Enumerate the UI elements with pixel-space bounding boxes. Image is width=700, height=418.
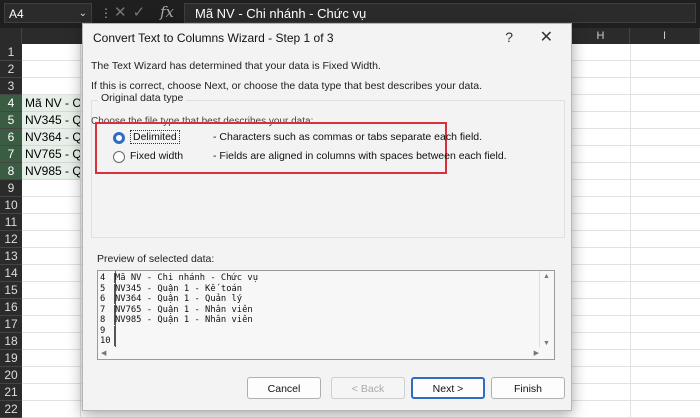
row-header[interactable]: 11 bbox=[0, 214, 22, 231]
preview-row-text: NV765 - Quận 1 - Nhân viên bbox=[115, 304, 253, 315]
row-header[interactable]: 19 bbox=[0, 350, 22, 367]
finish-button[interactable]: Finish bbox=[491, 377, 565, 399]
row-header[interactable]: 4 bbox=[0, 95, 22, 112]
cell-a[interactable]: NV765 - Qu bbox=[22, 146, 80, 163]
scroll-left-icon[interactable]: ◀ bbox=[101, 349, 106, 357]
preview-row-text: Mã NV - Chi nhánh - Chức vụ bbox=[115, 273, 258, 283]
preview-horizontal-scrollbar[interactable]: ◀ ▶ bbox=[98, 347, 542, 359]
preview-row: 4 Mã NV - Chi nhánh - Chức vụ bbox=[98, 273, 258, 283]
name-box[interactable]: A4 ⌄ bbox=[4, 3, 92, 23]
row-header[interactable]: 16 bbox=[0, 299, 22, 316]
row-header[interactable]: 15 bbox=[0, 282, 22, 299]
row-header[interactable]: 2 bbox=[0, 61, 22, 78]
row-header[interactable]: 18 bbox=[0, 333, 22, 350]
column-header-h[interactable]: H bbox=[572, 28, 630, 44]
preview-row-number: 4 bbox=[98, 273, 115, 283]
preview-row-number: 8 bbox=[98, 315, 115, 325]
dialog-title: Convert Text to Columns Wizard - Step 1 … bbox=[93, 31, 334, 45]
row-header[interactable]: 7 bbox=[0, 146, 22, 163]
preview-row-text: NV364 - Quận 1 - Quản lý bbox=[115, 294, 243, 304]
row-header[interactable]: 13 bbox=[0, 248, 22, 265]
row-header[interactable]: 8 bbox=[0, 163, 22, 180]
row-header[interactable]: 12 bbox=[0, 231, 22, 248]
close-icon[interactable]: ✕ bbox=[540, 27, 553, 47]
radio-fixed-width[interactable] bbox=[113, 151, 125, 163]
select-all-corner[interactable] bbox=[0, 28, 22, 44]
preview-row: 6 NV364 - Quận 1 - Quản lý bbox=[98, 294, 242, 304]
preview-row: 8 NV985 - Quận 1 - Nhân viên bbox=[98, 315, 253, 325]
row-header[interactable]: 14 bbox=[0, 265, 22, 282]
cell-a[interactable]: NV364 - Qu bbox=[22, 129, 80, 146]
help-icon[interactable]: ? bbox=[505, 29, 513, 45]
formula-input[interactable]: Mã NV - Chi nhánh - Chức vụ bbox=[184, 3, 696, 23]
radio-delimited[interactable] bbox=[113, 132, 125, 144]
preview-box[interactable]: 4 Mã NV - Chi nhánh - Chức vụ 5 NV345 - Quậ… bbox=[97, 270, 555, 360]
chevron-down-icon[interactable]: ⌄ bbox=[79, 4, 87, 24]
option-fixed-width-label[interactable]: Fixed width bbox=[130, 150, 183, 162]
preview-row-number: 9 bbox=[98, 325, 115, 336]
row-header[interactable]: 6 bbox=[0, 129, 22, 146]
row-header[interactable]: 21 bbox=[0, 384, 22, 401]
row-header[interactable]: 1 bbox=[0, 44, 22, 61]
row-header[interactable]: 10 bbox=[0, 197, 22, 214]
text-to-columns-dialog: Convert Text to Columns Wizard - Step 1 … bbox=[82, 23, 572, 411]
preview-row-number: 10 bbox=[98, 336, 115, 346]
intro-line-2: If this is correct, choose Next, or choo… bbox=[91, 80, 483, 92]
fx-icon[interactable]: fx bbox=[160, 3, 174, 21]
preview-row-text: NV345 - Quận 1 - Kế toán bbox=[115, 283, 243, 294]
column-header-i[interactable]: I bbox=[630, 28, 700, 44]
scroll-right-icon[interactable]: ▶ bbox=[534, 349, 539, 357]
cancel-confirm-icons[interactable]: ✕✓ bbox=[114, 3, 151, 21]
preview-row-number: 6 bbox=[98, 294, 115, 304]
option-delimited-label[interactable]: Delimited bbox=[130, 130, 180, 144]
preview-row: 10 bbox=[98, 336, 115, 346]
back-button[interactable]: < Back bbox=[331, 377, 405, 399]
group-title: Original data type bbox=[98, 92, 187, 104]
preview-row: 7 NV765 - Quận 1 - Nhân viên bbox=[98, 304, 253, 315]
more-icon: ⋮ bbox=[100, 6, 112, 20]
next-button[interactable]: Next > bbox=[411, 377, 485, 399]
intro-line-1: The Text Wizard has determined that your… bbox=[91, 60, 381, 72]
row-header[interactable]: 5 bbox=[0, 112, 22, 129]
cell-a[interactable]: NV985 - Qu bbox=[22, 163, 80, 180]
scroll-down-icon[interactable]: ▼ bbox=[543, 340, 550, 347]
preview-row-number: 5 bbox=[98, 283, 115, 294]
cell-a[interactable]: NV345 - Qu bbox=[22, 112, 80, 129]
cell-a[interactable]: Mã NV - Ch bbox=[22, 95, 80, 112]
scroll-up-icon[interactable]: ▲ bbox=[543, 273, 550, 280]
name-box-value: A4 bbox=[9, 7, 24, 21]
option-fixed-width-desc: - Fields are aligned in columns with spa… bbox=[213, 150, 507, 162]
preview-title: Preview of selected data: bbox=[97, 253, 215, 265]
preview-row: 9 bbox=[98, 325, 115, 336]
preview-row-text: NV985 - Quận 1 - Nhân viên bbox=[115, 315, 253, 325]
preview-row-number: 7 bbox=[98, 304, 115, 315]
row-header[interactable]: 9 bbox=[0, 180, 22, 197]
preview-row: 5 NV345 - Quận 1 - Kế toán bbox=[98, 283, 243, 294]
row-header[interactable]: 3 bbox=[0, 78, 22, 95]
row-header[interactable]: 22 bbox=[0, 401, 22, 418]
row-header[interactable]: 17 bbox=[0, 316, 22, 333]
row-header[interactable]: 20 bbox=[0, 367, 22, 384]
option-delimited-desc: - Characters such as commas or tabs sepa… bbox=[213, 131, 483, 143]
cancel-button[interactable]: Cancel bbox=[247, 377, 321, 399]
